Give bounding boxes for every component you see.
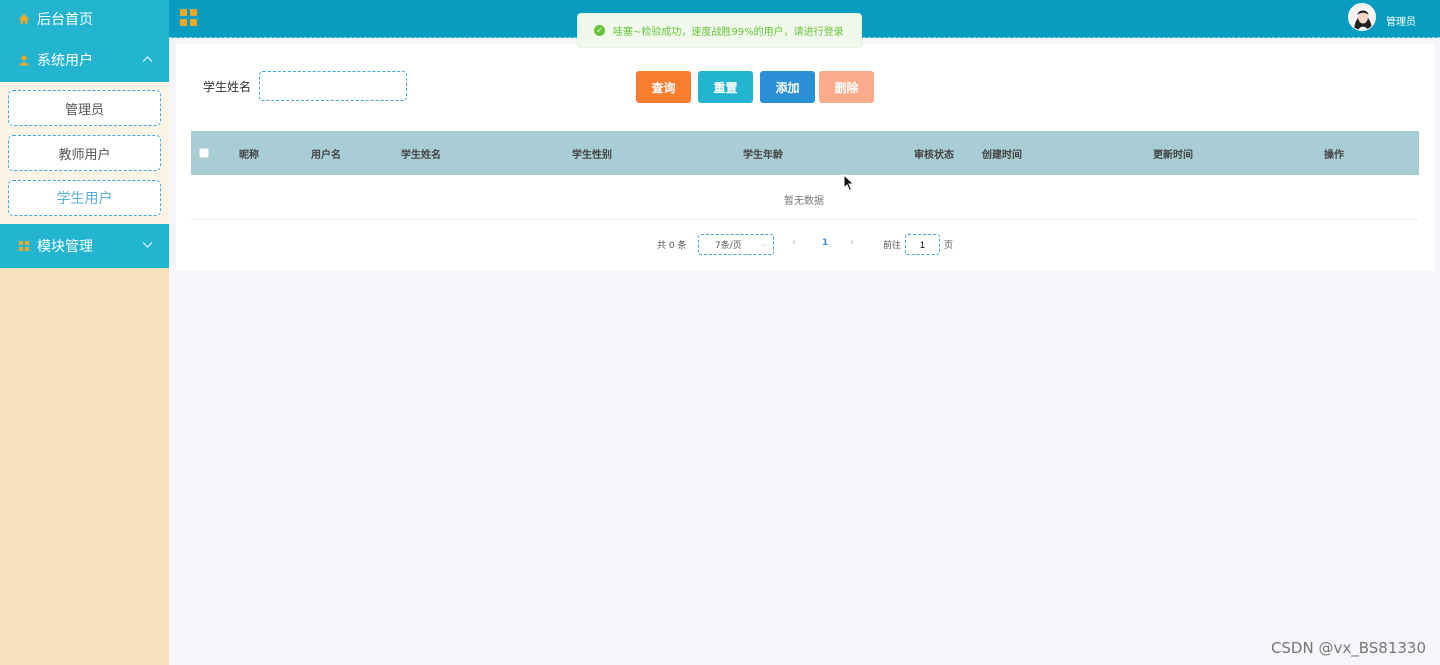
column-header[interactable]: 用户名 [311,146,341,161]
column-header[interactable]: 审核状态 [914,146,954,161]
sidebar-subitem-label: 管理员 [64,102,104,118]
reset-button[interactable]: 重置 [698,71,753,103]
sidebar-subitem-label: 学生用户 [56,191,113,207]
delete-button[interactable]: 删除 [819,71,874,103]
divider [191,219,1419,220]
sidebar-subitem-label: 教师用户 [58,147,111,163]
sidebar-item-home[interactable]: 后台首页 [0,0,169,38]
grid-icon [18,240,30,252]
next-page-button[interactable]: › [850,237,854,248]
sidebar: 后台首页 系统用户 管理员 教师用户 学生用户 模块管理 [0,0,169,665]
sidebar-subitem-student[interactable]: 学生用户 [8,180,161,216]
sidebar-item-label: 系统用户 [37,53,93,69]
main-card: 学生姓名 查询 重置 添加 删除 昵称 用户名 学生姓名 学生性别 学生年龄 审… [176,44,1434,271]
column-header[interactable]: 昵称 [239,146,259,161]
home-icon [18,13,30,25]
chevron-up-icon [142,52,153,66]
page-suffix-label: 页 [944,241,954,251]
table-header: 昵称 用户名 学生姓名 学生性别 学生年龄 审核状态 创建时间 更新时间 操作 [191,131,1419,175]
success-toast: ✓ 哇塞~检验成功，速度战胜99%的用户，请进行登录 [577,13,862,48]
column-header[interactable]: 创建时间 [982,146,1022,161]
user-icon [18,54,30,66]
toast-message: 哇塞~检验成功，速度战胜99%的用户，请进行登录 [613,27,844,38]
sidebar-subitem-admin[interactable]: 管理员 [8,90,161,126]
menu-toggle-icon[interactable] [180,9,197,26]
mouse-cursor-icon [843,173,855,192]
pagination-total: 共 0 条 [657,241,687,251]
chevron-down-icon: ⌵ [760,240,767,249]
chevron-down-icon [142,238,153,252]
goto-label: 前往 [883,241,902,251]
goto-page-input[interactable] [905,234,940,255]
page-size-select[interactable]: 7条/页 ⌵ [698,234,774,255]
sidebar-item-system-users[interactable]: 系统用户 [0,38,169,82]
column-header[interactable]: 学生姓名 [401,146,441,161]
prev-page-button[interactable]: ‹ [792,237,796,248]
sidebar-item-label: 后台首页 [37,12,93,28]
query-button[interactable]: 查询 [636,71,691,103]
column-header[interactable]: 学生年龄 [743,146,783,161]
check-circle-icon: ✓ [594,25,605,36]
column-header[interactable]: 更新时间 [1153,146,1193,161]
column-header[interactable]: 学生性别 [572,146,612,161]
page-size-value: 7条/页 [715,241,742,251]
avatar[interactable] [1348,3,1376,31]
select-all-checkbox[interactable] [199,148,209,158]
empty-table-text: 暂无数据 [784,196,824,207]
search-label: 学生姓名 [203,80,252,94]
sidebar-subitem-teacher[interactable]: 教师用户 [8,135,161,171]
student-name-input[interactable] [259,71,407,101]
sidebar-item-module-mgmt[interactable]: 模块管理 [0,224,169,268]
column-header: 操作 [1324,150,1344,161]
submenu: 管理员 教师用户 学生用户 [0,82,169,229]
add-button[interactable]: 添加 [760,71,815,103]
sidebar-item-label: 模块管理 [37,239,93,255]
watermark: CSDN @vx_BS81330 [1270,639,1426,657]
page-number-current[interactable]: 1 [822,238,828,248]
user-name[interactable]: 管理员 [1386,13,1416,28]
